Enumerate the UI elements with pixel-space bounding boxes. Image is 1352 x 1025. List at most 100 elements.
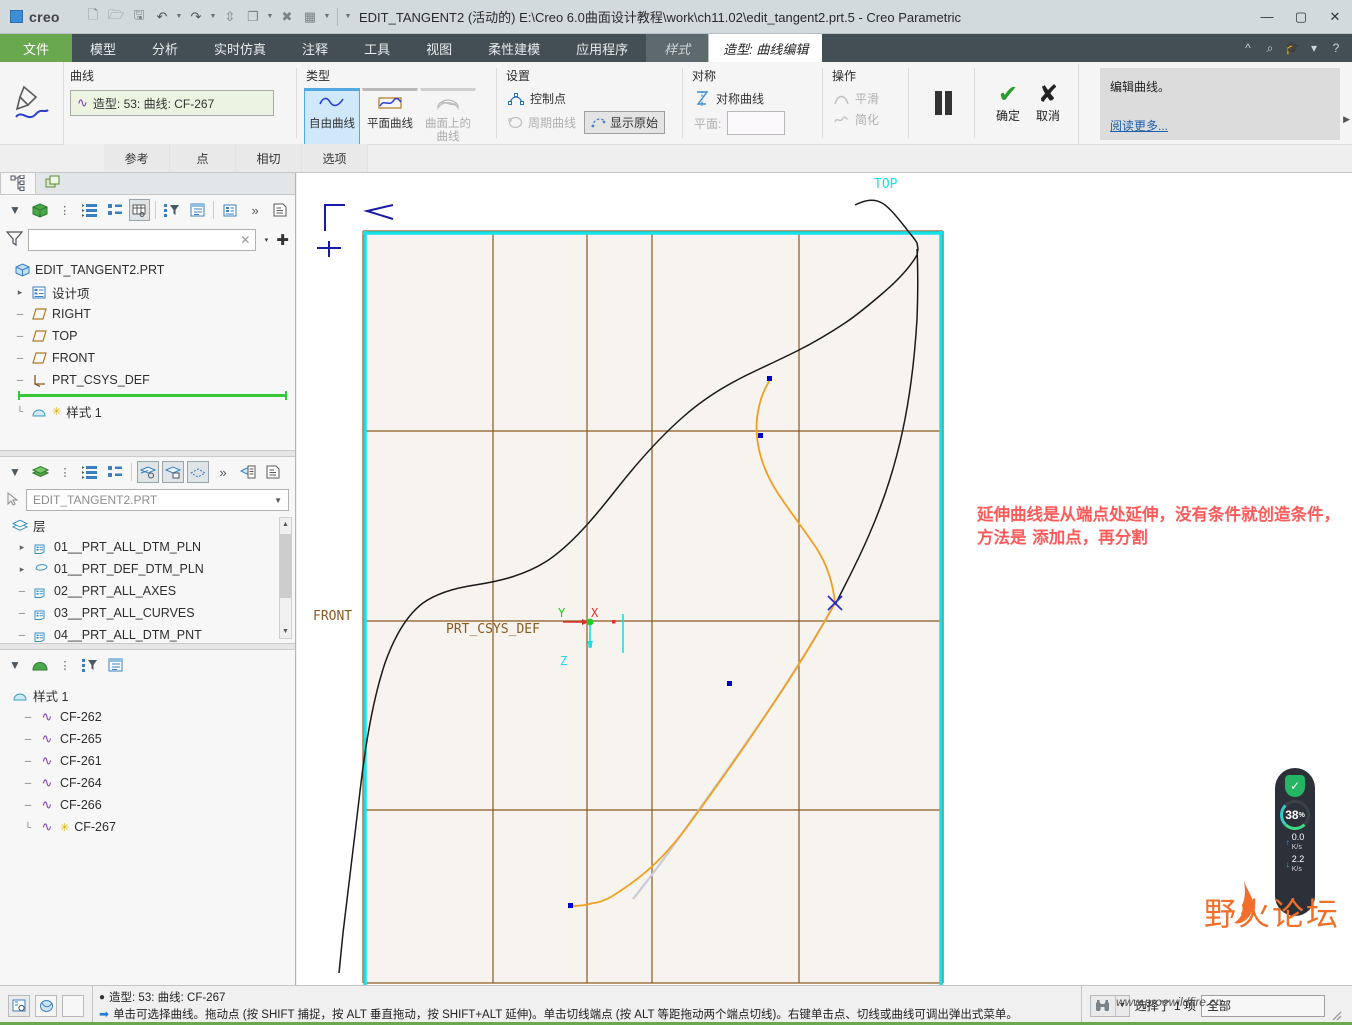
collapse-list-icon[interactable] (104, 199, 126, 221)
tree-filter-icon[interactable] (161, 199, 183, 221)
layer-owner-field[interactable]: EDIT_TANGENT2.PRT ▼ (26, 489, 289, 511)
layer-more-icon[interactable]: ⋮ (54, 461, 76, 483)
minimize-button[interactable]: — (1250, 2, 1284, 32)
type-free-curve-button[interactable]: 自由曲线 (304, 88, 360, 148)
collapse-ribbon-icon[interactable]: ^ (1238, 35, 1258, 61)
undo-dropdown-icon[interactable]: ▼ (174, 13, 184, 20)
style-tree-root[interactable]: 样式 1 (6, 684, 295, 706)
undo-icon[interactable]: ↶ (151, 6, 173, 28)
tab-file[interactable]: 文件 (0, 34, 72, 62)
selected-curve-field[interactable]: ∿ 造型: 53: 曲线: CF-267 (70, 90, 274, 116)
tab-analysis[interactable]: 分析 (134, 34, 196, 62)
maximize-button[interactable]: ▢ (1284, 2, 1318, 32)
control-point[interactable] (568, 903, 573, 908)
qat-overflow-icon[interactable]: ▼ (343, 13, 353, 20)
style-surface-icon[interactable] (29, 654, 51, 676)
help-expand-icon[interactable]: ▶ (1343, 114, 1350, 125)
redo-icon[interactable]: ↷ (185, 6, 207, 28)
tab-curve-edit-context[interactable]: 造型: 曲线编辑 (708, 34, 823, 62)
control-point[interactable] (758, 433, 763, 438)
layer-list-scrollbar[interactable]: ▲ ▼ (279, 517, 292, 639)
tab-model[interactable]: 模型 (72, 34, 134, 62)
scroll-down-icon[interactable]: ▼ (280, 625, 291, 638)
style-filter-icon[interactable] (79, 654, 101, 676)
open-file-icon[interactable]: 🗁 (105, 6, 127, 28)
chevron-down-icon[interactable]: ▼ (274, 496, 282, 505)
control-point[interactable] (727, 681, 732, 686)
tree-expander-icon[interactable]: ▸ (14, 287, 26, 298)
redo-dropdown-icon[interactable]: ▼ (208, 13, 218, 20)
style-display-icon[interactable] (104, 654, 126, 676)
save-icon[interactable]: 🖫 (128, 6, 150, 28)
style-more-icon[interactable]: ⋮ (54, 654, 76, 676)
tree-item-top-plane[interactable]: ─ TOP (6, 325, 295, 347)
style-dropdown-icon[interactable]: ▼ (4, 654, 26, 676)
tree-item-right-plane[interactable]: ─ RIGHT (6, 303, 295, 325)
layer-owner-selector[interactable]: EDIT_TANGENT2.PRT ▼ (0, 487, 295, 513)
close-window-icon[interactable]: ✖ (276, 6, 298, 28)
window-dropdown-icon[interactable]: ▼ (265, 13, 275, 20)
layer-dropdown-icon[interactable]: ▼ (4, 461, 26, 483)
tree-overflow-icon[interactable]: » (244, 199, 266, 221)
style-curve-item[interactable]: ─ ∿ CF-262 (6, 706, 295, 728)
subtab-tangency[interactable]: 相切 (236, 144, 302, 172)
tree-item-design-items[interactable]: ▸ 设计项 (6, 281, 295, 303)
tree-item-csys[interactable]: ─ PRT_CSYS_DEF (6, 369, 295, 391)
subtab-references[interactable]: 参考 (104, 144, 170, 172)
blank-icon[interactable] (62, 994, 84, 1017)
layer-show-icon[interactable] (137, 461, 159, 483)
layer-tree-tab[interactable] (36, 172, 72, 194)
model-tree-tab[interactable] (0, 172, 36, 194)
cancel-button[interactable]: ✘ 取消 (1036, 82, 1060, 124)
style-curve-item[interactable]: ─ ∿ CF-266 (6, 794, 295, 816)
layer-item[interactable]: ▸ 01__PRT_DEF_DTM_PLN (6, 558, 295, 580)
help-icon[interactable]: ? (1326, 35, 1346, 61)
tab-realtime-simulation[interactable]: 实时仿真 (196, 34, 284, 62)
control-point[interactable] (767, 376, 772, 381)
tree-item-front-plane[interactable]: ─ FRONT (6, 347, 295, 369)
show-original-button[interactable]: 显示原始 (584, 111, 666, 134)
cad-scene[interactable]: TOP FRONT PRT_CSYS_DEF X Y Z (297, 173, 1352, 985)
learning-dropdown-icon[interactable]: ▾ (1304, 35, 1324, 61)
layer-settings-icon[interactable] (237, 461, 259, 483)
grid-dropdown-icon[interactable]: ▼ (322, 13, 332, 20)
new-file-icon[interactable]: 🗋 (82, 6, 104, 28)
tab-view[interactable]: 视图 (408, 34, 470, 62)
layer-new-icon[interactable] (187, 461, 209, 483)
style-curve-item-selected[interactable]: └ ∿ ✳ CF-267 (6, 816, 295, 838)
layer-expander-icon[interactable]: ▸ (16, 542, 28, 553)
search-icon[interactable]: ⌕ (1260, 35, 1280, 61)
model-display-icon[interactable] (8, 994, 30, 1017)
regenerate-icon[interactable]: ⇳ (219, 6, 241, 28)
symmetry-plane-field[interactable] (727, 111, 786, 135)
tree-dropdown-icon[interactable]: ▼ (4, 199, 26, 221)
scrollbar-thumb[interactable] (280, 534, 291, 598)
filter-add-icon[interactable]: ✚ (276, 231, 289, 249)
filter-clear-icon[interactable]: ✕ (240, 233, 250, 247)
layer-hide-icon[interactable] (162, 461, 184, 483)
tab-annotate[interactable]: 注释 (284, 34, 346, 62)
style-curve-item[interactable]: ─ ∿ CF-261 (6, 750, 295, 772)
ok-button[interactable]: ✔ 确定 (996, 82, 1020, 124)
tab-applications[interactable]: 应用程序 (558, 34, 646, 62)
tree-settings-icon[interactable] (219, 199, 241, 221)
layer-expander-icon[interactable]: ▸ (16, 564, 28, 575)
tab-style[interactable]: 样式 (646, 34, 709, 62)
tree-item-style-feature[interactable]: └ ✳ 样式 1 (6, 400, 295, 422)
layer-item[interactable]: ─ 04__PRT_ALL_DTM_PNT (6, 624, 295, 643)
layers-icon[interactable] (29, 461, 51, 483)
graphics-viewport[interactable]: × / (297, 173, 1352, 985)
layer-expand-icon[interactable] (79, 461, 101, 483)
filter-dropdown-icon[interactable]: ▾ (261, 236, 271, 244)
style-curve-item[interactable]: ─ ∿ CF-264 (6, 772, 295, 794)
layer-item[interactable]: ▸ 01__PRT_ALL_DTM_PLN (6, 536, 295, 558)
tab-tools[interactable]: 工具 (346, 34, 408, 62)
layer-item[interactable]: ─ 03__PRT_ALL_CURVES (6, 602, 295, 624)
layer-notes-icon[interactable] (262, 461, 284, 483)
pause-button[interactable] (934, 91, 952, 115)
window-icon[interactable]: ❐ (242, 6, 264, 28)
resize-grip[interactable] (1330, 1009, 1342, 1021)
subtab-points[interactable]: 点 (170, 144, 236, 172)
close-button[interactable]: ✕ (1318, 2, 1352, 32)
tree-columns-icon[interactable] (128, 199, 151, 221)
